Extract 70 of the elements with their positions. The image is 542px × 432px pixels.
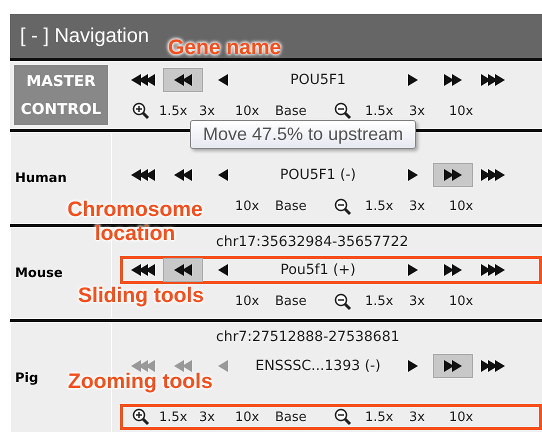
right-arrow-icon (481, 74, 505, 86)
left-arrow-icon (131, 264, 155, 276)
zoom-out-icon[interactable] (334, 102, 352, 120)
zoom-button[interactable]: Base (275, 104, 307, 119)
arrow-button[interactable] (163, 68, 203, 92)
left-arrow-icon (131, 169, 155, 181)
left-arrow-icon (174, 74, 192, 86)
annotation-label: Gene name (168, 36, 282, 60)
annotation-label: Zooming tools (68, 370, 213, 394)
right-arrow-icon (408, 360, 418, 372)
arrow-button[interactable] (433, 163, 473, 187)
gene-name: Pou5f1 (+) (279, 262, 357, 278)
zoom-button[interactable]: Base (275, 199, 307, 214)
zoom-button[interactable]: 1.5x (365, 410, 394, 425)
zoom-in-icon[interactable] (132, 408, 150, 426)
zoom-button[interactable]: 10x (449, 294, 474, 309)
left-arrow-icon (218, 169, 228, 181)
gene-name: ENSSSC...1393 (-) (254, 358, 382, 374)
left-arrow-icon (174, 360, 192, 372)
zoom-button[interactable]: 3x (409, 294, 425, 309)
right-arrow-icon (444, 74, 462, 86)
left-arrow-icon (218, 264, 228, 276)
zoom-button[interactable]: 10x (449, 410, 474, 425)
zoom-button[interactable]: 3x (409, 199, 425, 214)
right-arrow-icon (408, 169, 418, 181)
left-arrow-icon (131, 74, 155, 86)
zoom-button[interactable]: 1.5x (365, 104, 394, 119)
zoom-button[interactable]: 1.5x (365, 294, 394, 309)
left-arrow-icon (131, 360, 155, 372)
annotation-label: Chromosome location (66, 198, 204, 246)
left-arrow-icon (218, 74, 228, 86)
zoom-in-icon[interactable] (132, 102, 150, 120)
zoom-out-icon[interactable] (334, 198, 352, 216)
zoom-button[interactable]: 10x (449, 104, 474, 119)
zoom-button[interactable]: Base (275, 294, 307, 309)
zoom-out-icon[interactable] (334, 408, 352, 426)
right-arrow-icon (444, 169, 462, 181)
annotation-label: Sliding tools (78, 284, 204, 308)
right-arrow-icon (444, 264, 462, 276)
zoom-button[interactable]: 1.5x (159, 410, 188, 425)
arrow-button[interactable] (163, 258, 203, 282)
zoom-button[interactable]: 1.5x (159, 104, 188, 119)
zoom-button[interactable]: 10x (235, 199, 260, 214)
tooltip: Move 47.5% to upstream (190, 120, 416, 149)
arrow-button[interactable] (433, 354, 473, 378)
right-arrow-icon (444, 360, 462, 372)
zoom-button[interactable]: 3x (199, 104, 215, 119)
right-arrow-icon (481, 169, 505, 181)
gene-name: POU5F1 (-) (278, 167, 357, 183)
zoom-out-icon[interactable] (334, 292, 352, 310)
zoom-button[interactable]: 10x (235, 104, 260, 119)
zoom-button[interactable]: 3x (409, 410, 425, 425)
zoom-button[interactable]: 3x (199, 410, 215, 425)
zoom-button[interactable]: 10x (235, 410, 260, 425)
right-arrow-icon (481, 360, 505, 372)
zoom-button[interactable]: 10x (449, 199, 474, 214)
zoom-button[interactable]: Base (275, 410, 307, 425)
panel-title[interactable]: [ - ] Navigation (20, 24, 149, 48)
right-arrow-icon (481, 264, 505, 276)
chromosome-location: chr17:35632984-35657722 (216, 234, 408, 250)
gene-name: POU5F1 (289, 72, 347, 88)
left-arrow-icon (174, 264, 192, 276)
zoom-button[interactable]: 3x (409, 104, 425, 119)
zoom-button[interactable]: 1.5x (365, 199, 394, 214)
left-arrow-icon (218, 360, 228, 372)
left-arrow-icon (174, 169, 192, 181)
right-arrow-icon (408, 74, 418, 86)
zoom-button[interactable]: 10x (235, 294, 260, 309)
right-arrow-icon (408, 264, 418, 276)
chromosome-location: chr7:27512888-27538681 (216, 328, 400, 345)
